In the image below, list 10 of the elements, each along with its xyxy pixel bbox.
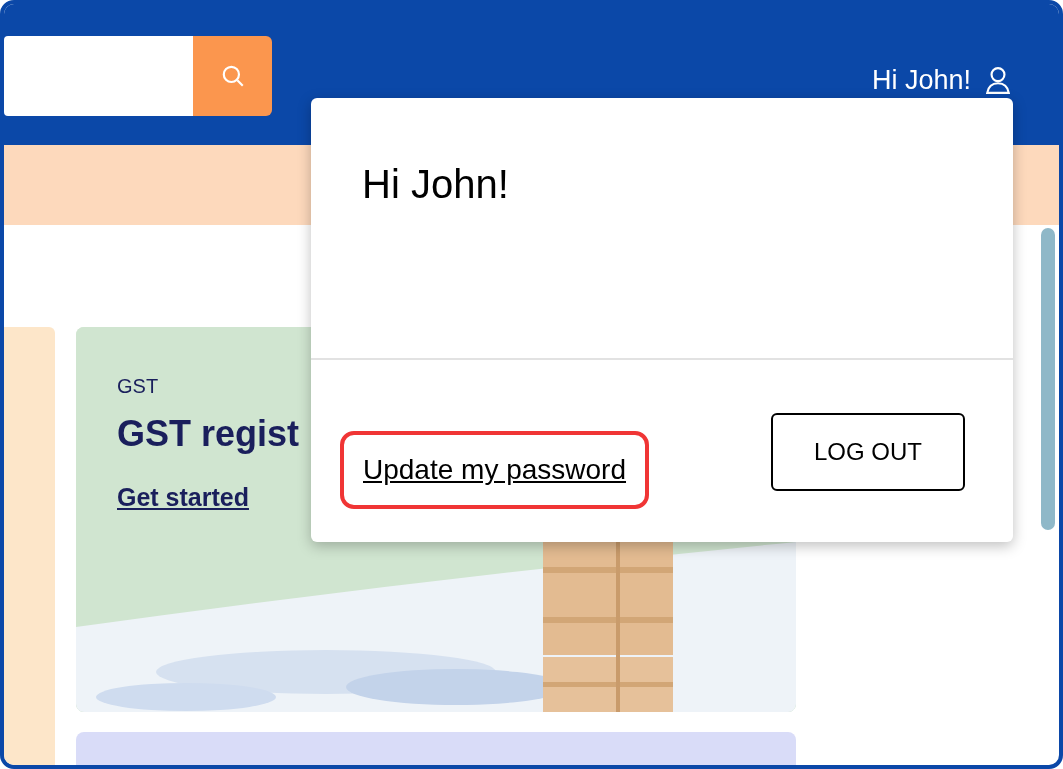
search-field[interactable] [4,36,193,116]
get-started-link[interactable]: Get started [117,479,249,517]
update-password-link[interactable]: Update my password [363,454,626,485]
card-title: GST regist [117,412,300,456]
card-category: GST [117,374,159,399]
user-menu-button[interactable]: Hi John! [871,60,1011,101]
search-button[interactable] [193,36,272,116]
logout-button[interactable]: LOG OUT [771,413,965,491]
menu-title: Hi John! [362,162,509,206]
user-icon [985,66,1011,95]
